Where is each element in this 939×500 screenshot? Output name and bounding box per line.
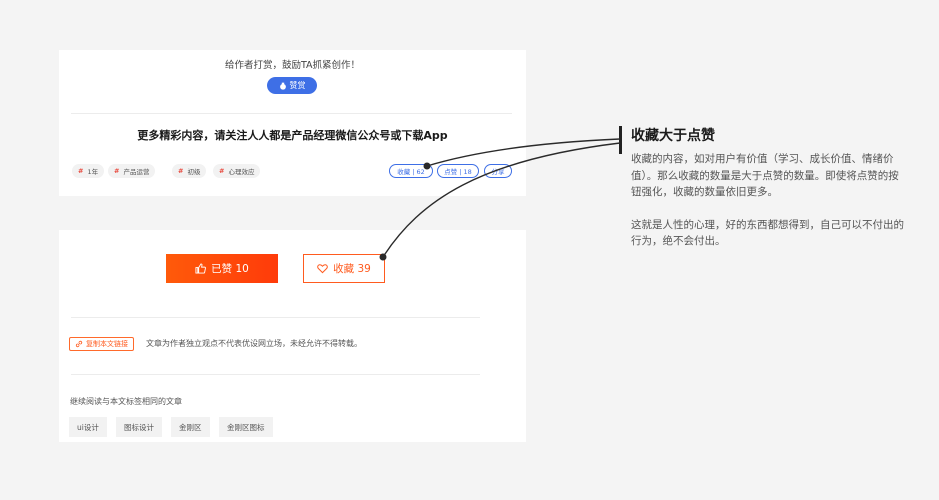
tag-item[interactable]: # 初级 xyxy=(172,164,207,178)
annotation-marker xyxy=(619,126,622,154)
article-actions-card: 已赞 10 收藏 39 复制本文链接 文章为作者独立观点不代表优设网立场，未经允… xyxy=(59,230,526,442)
like-button[interactable]: 已赞 10 xyxy=(166,254,278,283)
reward-button-label: 赞赏 xyxy=(289,81,306,90)
reward-card: 给作者打赏，鼓励TA抓紧创作！ 赞赏 更多精彩内容，请关注人人都是产品经理微信公… xyxy=(59,50,526,196)
related-tag[interactable]: 图标设计 xyxy=(116,417,162,437)
like-button-label: 已赞 10 xyxy=(211,263,249,275)
favorite-count-pill[interactable]: 收藏 | 62 xyxy=(389,164,433,178)
favorite-button[interactable]: 收藏 39 xyxy=(303,254,385,283)
coin-icon xyxy=(279,82,286,90)
divider xyxy=(71,113,512,114)
related-tag[interactable]: 金刚区图标 xyxy=(219,417,273,437)
related-tag[interactable]: ui设计 xyxy=(69,417,107,437)
annotation-paragraph: 收藏的内容，如对用户有价值（学习、成长价值、情绪价值）。那么收藏的数量是大于点赞… xyxy=(631,153,899,198)
annotation-paragraph: 这就是人性的心理，好的东西都想得到，自己可以不付出的行为，绝不会付出。 xyxy=(631,218,904,248)
link-icon xyxy=(75,340,83,348)
copy-link-label: 复制本文链接 xyxy=(86,340,128,348)
copy-link-button[interactable]: 复制本文链接 xyxy=(69,337,134,351)
annotation-title: 收藏大于点赞 xyxy=(631,128,715,144)
related-tag[interactable]: 金刚区 xyxy=(171,417,210,437)
thumbs-up-icon xyxy=(195,263,207,274)
reward-button[interactable]: 赞赏 xyxy=(267,77,317,94)
tag-item[interactable]: # 1年 xyxy=(72,164,105,178)
copyright-disclaimer: 文章为作者独立观点不代表优设网立场，未经允许不得转载。 xyxy=(146,339,362,348)
heart-icon xyxy=(317,264,328,274)
share-pill[interactable]: 分享 xyxy=(484,164,512,178)
tag-item[interactable]: # 心理效应 xyxy=(213,164,261,178)
divider xyxy=(71,374,480,375)
divider xyxy=(71,317,480,318)
promo-text: 更多精彩内容，请关注人人都是产品经理微信公众号或下载App xyxy=(137,129,448,142)
tag-item[interactable]: # 产品运营 xyxy=(108,164,156,178)
favorite-button-label: 收藏 39 xyxy=(333,263,371,275)
annotation-body: 收藏的内容，如对用户有价值（学习、成长价值、情绪价值）。那么收藏的数量是大于点赞… xyxy=(631,151,907,250)
reward-prompt: 给作者打赏，鼓励TA抓紧创作！ xyxy=(224,60,361,71)
like-count-pill[interactable]: 点赞 | 18 xyxy=(437,164,479,178)
related-articles-title: 继续阅读与本文标签相同的文章 xyxy=(70,397,182,406)
